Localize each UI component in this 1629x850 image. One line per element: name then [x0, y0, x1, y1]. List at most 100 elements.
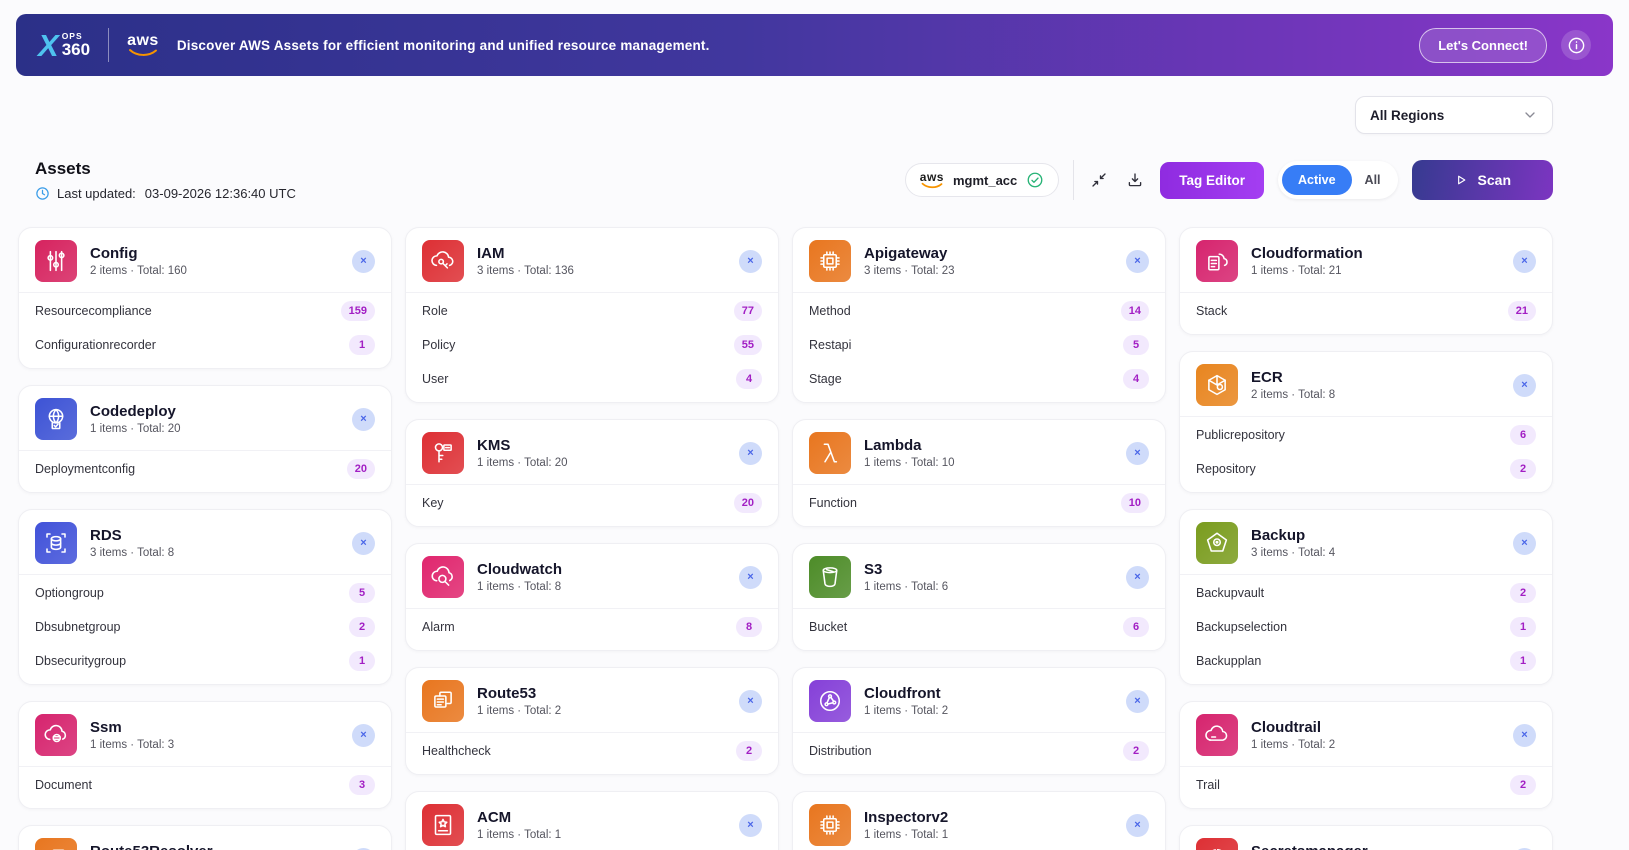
item-label: Trail: [1196, 778, 1220, 792]
close-icon[interactable]: ×: [1513, 250, 1536, 273]
count-badge: 1: [1510, 651, 1536, 671]
toggle-all[interactable]: All: [1352, 165, 1394, 195]
list-item[interactable]: Backupvault2: [1196, 576, 1536, 610]
item-label: Bucket: [809, 620, 847, 634]
service-title: ACM: [477, 809, 726, 828]
service-subtitle: 3 items · Total: 8: [90, 547, 339, 559]
region-selector[interactable]: All Regions: [1355, 96, 1553, 134]
close-icon[interactable]: ×: [739, 442, 762, 465]
close-icon[interactable]: ×: [352, 250, 375, 273]
count-badge: 14: [1121, 301, 1149, 321]
info-icon[interactable]: [1561, 30, 1591, 60]
service-card-kms: KMS1 items · Total: 20×Key20: [405, 419, 779, 527]
close-icon[interactable]: ×: [1126, 566, 1149, 589]
service-card-codedeploy: Codedeploy1 items · Total: 20×Deployment…: [18, 385, 392, 493]
list-item[interactable]: Configurationrecorder1: [35, 328, 375, 362]
close-icon[interactable]: ×: [1126, 814, 1149, 837]
card-divider: [19, 292, 391, 293]
play-icon: [1454, 173, 1468, 187]
list-item[interactable]: Dbsecuritygroup1: [35, 644, 375, 678]
close-icon[interactable]: ×: [352, 724, 375, 747]
card-divider: [793, 484, 1165, 485]
globe-deploy-icon: [35, 398, 77, 440]
list-item[interactable]: Deploymentconfig20: [35, 452, 375, 486]
collapse-icon[interactable]: [1088, 169, 1110, 191]
close-icon[interactable]: ×: [739, 566, 762, 589]
service-card-ssm: Ssm1 items · Total: 3×Document3: [18, 701, 392, 809]
list-item[interactable]: Distribution2: [809, 734, 1149, 768]
close-icon[interactable]: ×: [1513, 532, 1536, 555]
service-subtitle: 1 items · Total: 8: [477, 581, 726, 593]
download-icon[interactable]: [1124, 169, 1146, 191]
service-title: Cloudwatch: [477, 561, 726, 580]
sliders-icon: [35, 240, 77, 282]
list-item[interactable]: Key20: [422, 486, 762, 520]
toggle-active[interactable]: Active: [1282, 165, 1352, 195]
item-label: Document: [35, 778, 92, 792]
tag-editor-button[interactable]: Tag Editor: [1160, 162, 1264, 199]
service-title: Cloudformation: [1251, 245, 1500, 264]
card-divider: [19, 450, 391, 451]
list-item[interactable]: Restapi5: [809, 328, 1149, 362]
count-badge: 4: [736, 369, 762, 389]
close-icon[interactable]: ×: [1126, 442, 1149, 465]
scan-button[interactable]: Scan: [1412, 160, 1553, 200]
list-item[interactable]: Publicrepository6: [1196, 418, 1536, 452]
count-badge: 55: [734, 335, 762, 355]
list-item[interactable]: Alarm8: [422, 610, 762, 644]
close-icon[interactable]: ×: [1513, 374, 1536, 397]
region-row: All Regions: [18, 96, 1553, 134]
account-name: mgmt_acc: [953, 173, 1017, 188]
close-icon[interactable]: ×: [739, 814, 762, 837]
close-icon[interactable]: ×: [1126, 250, 1149, 273]
service-title: Codedeploy: [90, 403, 339, 422]
list-item[interactable]: Trail2: [1196, 768, 1536, 802]
lets-connect-button[interactable]: Let's Connect!: [1419, 28, 1547, 63]
list-item[interactable]: Healthcheck2: [422, 734, 762, 768]
key-icon: [422, 432, 464, 474]
service-card-cloudtrail: Cloudtrail1 items · Total: 2×Trail2: [1179, 701, 1553, 809]
close-icon[interactable]: ×: [1126, 690, 1149, 713]
close-icon[interactable]: ×: [739, 690, 762, 713]
service-card-config: Config2 items · Total: 160×Resourcecompl…: [18, 227, 392, 369]
pentagon-icon: [1196, 522, 1238, 564]
close-icon[interactable]: ×: [352, 408, 375, 431]
list-item[interactable]: Bucket6: [809, 610, 1149, 644]
close-icon[interactable]: ×: [739, 250, 762, 273]
service-title: Secretsmanager: [1251, 843, 1500, 850]
list-item[interactable]: Optiongroup5: [35, 576, 375, 610]
item-label: Publicrepository: [1196, 428, 1285, 442]
last-updated-value: 03-09-2026 12:36:40 UTC: [145, 186, 296, 201]
list-item[interactable]: Policy55: [422, 328, 762, 362]
list-item[interactable]: Role77: [422, 294, 762, 328]
toolbar: aws mgmt_acc Tag Editor Active All: [905, 160, 1553, 200]
count-badge: 3: [349, 775, 375, 795]
item-label: Configurationrecorder: [35, 338, 156, 352]
service-card-cloudwatch: Cloudwatch1 items · Total: 8 × Alarm8: [405, 543, 779, 651]
account-selector[interactable]: aws mgmt_acc: [905, 163, 1060, 197]
list-item[interactable]: Stage4: [809, 362, 1149, 396]
service-title: Route53Resolver: [90, 843, 339, 850]
banner-tagline: Discover AWS Assets for efficient monito…: [177, 38, 710, 53]
close-icon[interactable]: ×: [352, 532, 375, 555]
chip-icon: [809, 240, 851, 282]
list-item[interactable]: Dbsubnetgroup2: [35, 610, 375, 644]
list-item[interactable]: Resourcecompliance159: [35, 294, 375, 328]
count-badge: 77: [734, 301, 762, 321]
service-card-acm: ACM1 items · Total: 1×: [405, 791, 779, 850]
close-icon[interactable]: ×: [1513, 724, 1536, 747]
list-item[interactable]: Backupselection1: [1196, 610, 1536, 644]
card-divider: [406, 732, 778, 733]
item-label: Backupplan: [1196, 654, 1261, 668]
list-item[interactable]: Stack21: [1196, 294, 1536, 328]
list-item[interactable]: Backupplan 1: [1196, 644, 1536, 678]
list-item[interactable]: Repository2: [1196, 452, 1536, 486]
toolbar-divider: [1073, 160, 1074, 200]
cloud-magnifier-icon: [422, 556, 464, 598]
item-label: Stack: [1196, 304, 1227, 318]
list-item[interactable]: Document 3: [35, 768, 375, 802]
list-item[interactable]: Function10: [809, 486, 1149, 520]
list-item[interactable]: Method14: [809, 294, 1149, 328]
service-title: KMS: [477, 437, 726, 456]
list-item[interactable]: User4: [422, 362, 762, 396]
